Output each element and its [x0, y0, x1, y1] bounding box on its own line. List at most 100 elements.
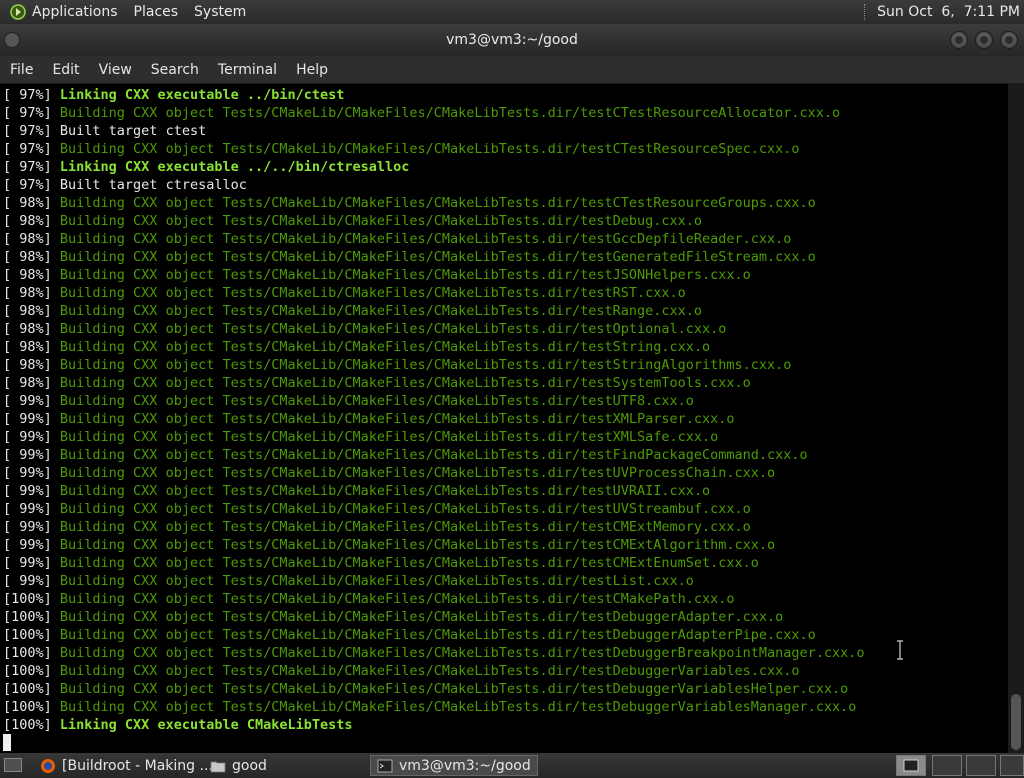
- progress-percent: [100%]: [3, 681, 60, 697]
- firefox-icon: [41, 758, 55, 773]
- menu-help[interactable]: Help: [296, 62, 328, 78]
- clock[interactable]: Sun Oct 6, 7:11 PM: [877, 4, 1020, 20]
- workspace-3[interactable]: [966, 755, 996, 776]
- terminal-line: [100%] Linking CXX executable CMakeLibTe…: [3, 716, 1008, 734]
- line-text: Building CXX object Tests/CMakeLib/CMake…: [59, 663, 800, 679]
- terminal-line: [ 98%] Building CXX object Tests/CMakeLi…: [3, 248, 1008, 266]
- gnome-foot-icon[interactable]: [10, 4, 26, 20]
- progress-percent: [ 97%]: [3, 123, 60, 139]
- terminal-line: [ 98%] Building CXX object Tests/CMakeLi…: [3, 320, 1008, 338]
- progress-percent: [100%]: [3, 663, 60, 679]
- line-text: Building CXX object Tests/CMakeLib/CMake…: [59, 699, 857, 715]
- task-label: vm3@vm3:~/good: [399, 757, 531, 774]
- line-text: Building CXX object Tests/CMakeLib/CMake…: [59, 501, 751, 517]
- terminal-line: [100%] Building CXX object Tests/CMakeLi…: [3, 590, 1008, 608]
- progress-percent: [ 98%]: [3, 267, 60, 283]
- line-text: Building CXX object Tests/CMakeLib/CMake…: [59, 375, 751, 391]
- terminal-line: [100%] Building CXX object Tests/CMakeLi…: [3, 608, 1008, 626]
- scrollbar-thumb[interactable]: [1011, 694, 1021, 750]
- line-text: Building CXX object Tests/CMakeLib/CMake…: [59, 393, 694, 409]
- line-text: Building CXX object Tests/CMakeLib/CMake…: [59, 321, 727, 337]
- progress-percent: [ 97%]: [3, 87, 60, 103]
- terminal-line: [ 99%] Building CXX object Tests/CMakeLi…: [3, 482, 1008, 500]
- line-text: Building CXX object Tests/CMakeLib/CMake…: [59, 429, 719, 445]
- line-text: Building CXX object Tests/CMakeLib/CMake…: [59, 645, 865, 661]
- workspace-2[interactable]: [932, 755, 962, 776]
- line-text: Building CXX object Tests/CMakeLib/CMake…: [59, 231, 792, 247]
- clock-area[interactable]: Sun Oct 6, 7:11 PM: [864, 0, 1020, 24]
- line-text: Building CXX object Tests/CMakeLib/CMake…: [59, 285, 686, 301]
- menu-file[interactable]: File: [10, 62, 33, 78]
- line-text: Building CXX object Tests/CMakeLib/CMake…: [59, 141, 800, 157]
- progress-percent: [ 97%]: [3, 177, 60, 193]
- line-text: Building CXX object Tests/CMakeLib/CMake…: [59, 213, 702, 229]
- line-text: Building CXX object Tests/CMakeLib/CMake…: [59, 303, 702, 319]
- line-text: Building CXX object Tests/CMakeLib/CMake…: [59, 591, 735, 607]
- terminal-output[interactable]: [ 97%] Linking CXX executable ../bin/cte…: [0, 84, 1008, 753]
- progress-percent: [ 99%]: [3, 483, 60, 499]
- terminal-line: [ 98%] Building CXX object Tests/CMakeLi…: [3, 356, 1008, 374]
- terminal-line: [ 98%] Building CXX object Tests/CMakeLi…: [3, 212, 1008, 230]
- progress-percent: [ 99%]: [3, 465, 60, 481]
- progress-percent: [ 99%]: [3, 537, 60, 553]
- progress-percent: [100%]: [3, 627, 60, 643]
- terminal-line: [ 98%] Building CXX object Tests/CMakeLi…: [3, 374, 1008, 392]
- terminal-line: [ 97%] Linking CXX executable ../../bin/…: [3, 158, 1008, 176]
- line-text: Building CXX object Tests/CMakeLib/CMake…: [59, 537, 776, 553]
- progress-percent: [100%]: [3, 699, 60, 715]
- progress-percent: [ 97%]: [3, 141, 60, 157]
- terminal-line: [ 99%] Building CXX object Tests/CMakeLi…: [3, 572, 1008, 590]
- terminal-line: [ 99%] Building CXX object Tests/CMakeLi…: [3, 554, 1008, 572]
- progress-percent: [ 98%]: [3, 249, 60, 265]
- progress-percent: [ 99%]: [3, 501, 60, 517]
- progress-percent: [ 99%]: [3, 555, 60, 571]
- terminal-line: [ 99%] Building CXX object Tests/CMakeLi…: [3, 428, 1008, 446]
- progress-percent: [ 98%]: [3, 285, 60, 301]
- close-button[interactable]: [1000, 31, 1018, 49]
- terminal-scrollbar[interactable]: [1008, 84, 1024, 753]
- applications-menu[interactable]: Applications: [32, 4, 118, 20]
- terminal-line: [ 99%] Building CXX object Tests/CMakeLi…: [3, 536, 1008, 554]
- terminal-line: [ 97%] Building CXX object Tests/CMakeLi…: [3, 140, 1008, 158]
- task-good[interactable]: good: [204, 755, 364, 776]
- menu-terminal[interactable]: Terminal: [218, 62, 277, 78]
- maximize-button[interactable]: [975, 31, 993, 49]
- progress-percent: [ 98%]: [3, 375, 60, 391]
- line-text: Building CXX object Tests/CMakeLib/CMake…: [59, 627, 816, 643]
- show-desktop-icon[interactable]: [4, 758, 22, 772]
- terminal-line: [ 99%] Building CXX object Tests/CMakeLi…: [3, 518, 1008, 536]
- task-label: [Buildroot - Making ...: [62, 757, 213, 774]
- terminal-cursor: [3, 734, 11, 751]
- terminal-line: [ 98%] Building CXX object Tests/CMakeLi…: [3, 338, 1008, 356]
- workspace-4[interactable]: [1000, 755, 1024, 776]
- terminal-line: [ 99%] Building CXX object Tests/CMakeLi…: [3, 446, 1008, 464]
- workspace-1[interactable]: [896, 755, 926, 776]
- terminal-line: [100%] Building CXX object Tests/CMakeLi…: [3, 644, 1008, 662]
- minimize-button[interactable]: [950, 31, 968, 49]
- progress-percent: [ 98%]: [3, 321, 60, 337]
- prompt-line[interactable]: [3, 734, 1008, 752]
- terminal-line: [ 98%] Building CXX object Tests/CMakeLi…: [3, 194, 1008, 212]
- top-panel: Applications Places System Sun Oct 6, 7:…: [0, 0, 1024, 24]
- progress-percent: [ 99%]: [3, 429, 60, 445]
- line-text: Linking CXX executable ../../bin/ctresal…: [59, 159, 410, 175]
- line-text: Building CXX object Tests/CMakeLib/CMake…: [59, 267, 751, 283]
- line-text: Building CXX object Tests/CMakeLib/CMake…: [59, 609, 784, 625]
- folder-icon: [210, 761, 226, 772]
- progress-percent: [ 98%]: [3, 231, 60, 247]
- places-menu[interactable]: Places: [134, 4, 179, 20]
- progress-percent: [ 99%]: [3, 573, 60, 589]
- terminal-line: [100%] Building CXX object Tests/CMakeLi…: [3, 662, 1008, 680]
- menu-search[interactable]: Search: [151, 62, 199, 78]
- task-buildroot[interactable]: [Buildroot - Making ...: [34, 755, 213, 776]
- terminal-line: [ 97%] Built target ctest: [3, 122, 1008, 140]
- line-text: Linking CXX executable CMakeLibTests: [59, 717, 353, 733]
- bottom-taskbar: [Buildroot - Making ... good vm3@vm3:~/g…: [0, 753, 1024, 778]
- system-menu[interactable]: System: [194, 4, 246, 20]
- menu-view[interactable]: View: [99, 62, 132, 78]
- window-titlebar[interactable]: vm3@vm3:~/good: [0, 24, 1024, 56]
- terminal-line: [ 98%] Building CXX object Tests/CMakeLi…: [3, 284, 1008, 302]
- task-terminal[interactable]: vm3@vm3:~/good: [370, 755, 538, 776]
- progress-percent: [ 98%]: [3, 339, 60, 355]
- menu-edit[interactable]: Edit: [52, 62, 79, 78]
